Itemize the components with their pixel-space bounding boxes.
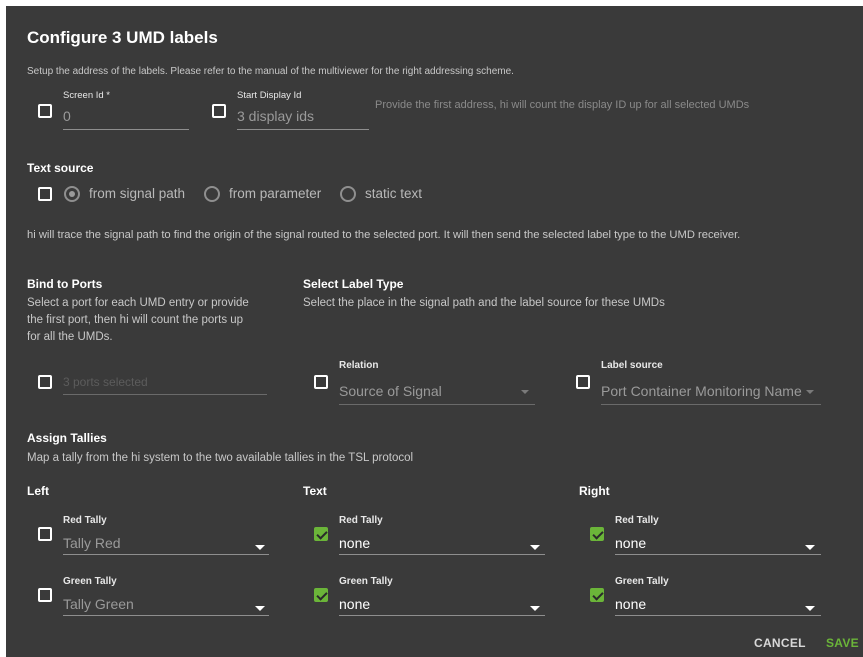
left-green-tally-label: Green Tally — [63, 576, 117, 587]
tally-column-right-heading: Right — [579, 484, 610, 498]
bind-ports-title: Bind to Ports — [27, 277, 103, 291]
tally-column-left-heading: Left — [27, 484, 49, 498]
right-red-tally-select[interactable]: none — [615, 535, 646, 551]
screen-id-checkbox[interactable] — [38, 104, 52, 118]
text-green-tally-underline — [339, 615, 545, 616]
radio-from-signal-path[interactable] — [64, 186, 80, 202]
text-green-tally-label: Green Tally — [339, 576, 393, 587]
label-type-desc: Select the place in the signal path and … — [303, 297, 665, 309]
dialog-title: Configure 3 UMD labels — [27, 28, 218, 47]
right-red-tally-dropdown-icon[interactable] — [805, 545, 815, 550]
relation-select[interactable]: Source of Signal — [339, 383, 442, 399]
left-green-tally-underline — [63, 615, 269, 616]
right-green-tally-underline — [615, 615, 821, 616]
label-source-label: Label source — [601, 360, 663, 371]
text-red-tally-checkbox[interactable] — [314, 527, 328, 541]
relation-checkbox[interactable] — [314, 375, 328, 389]
label-source-checkbox[interactable] — [576, 375, 590, 389]
text-source-description: hi will trace the signal path to find th… — [27, 229, 741, 241]
left-red-tally-underline — [63, 554, 269, 555]
bind-ports-checkbox[interactable] — [38, 375, 52, 389]
text-source-checkbox[interactable] — [38, 187, 52, 201]
left-red-tally-checkbox[interactable] — [38, 527, 52, 541]
right-red-tally-underline — [615, 554, 821, 555]
umd-config-dialog: Configure 3 UMD labels Setup the address… — [6, 6, 863, 657]
start-display-id-checkbox[interactable] — [212, 104, 226, 118]
cancel-button[interactable]: CANCEL — [754, 636, 806, 650]
setup-description: Setup the address of the labels. Please … — [27, 66, 514, 77]
tallies-desc: Map a tally from the hi system to the tw… — [27, 452, 414, 464]
text-red-tally-dropdown-icon[interactable] — [530, 545, 540, 550]
right-red-tally-label: Red Tally — [615, 515, 659, 526]
text-green-tally-dropdown-icon[interactable] — [530, 606, 540, 611]
left-red-tally-dropdown-icon[interactable] — [255, 545, 265, 550]
label-source-dropdown-icon[interactable] — [806, 390, 814, 394]
radio-static-text[interactable] — [340, 186, 356, 202]
label-type-title: Select Label Type — [303, 277, 404, 291]
ports-selected-field[interactable]: 3 ports selected — [63, 375, 148, 389]
bind-ports-desc-line-1: Select a port for each UMD entry or prov… — [27, 297, 249, 309]
tally-column-text-heading: Text — [303, 484, 327, 498]
text-red-tally-label: Red Tally — [339, 515, 383, 526]
label-source-select[interactable]: Port Container Monitoring Name — [601, 383, 802, 399]
text-green-tally-select[interactable]: none — [339, 596, 370, 612]
label-source-underline — [601, 404, 821, 405]
right-green-tally-label: Green Tally — [615, 576, 669, 587]
text-red-tally-underline — [339, 554, 545, 555]
text-green-tally-checkbox[interactable] — [314, 588, 328, 602]
screen-id-label: Screen Id * — [63, 90, 110, 101]
ports-field-underline — [63, 394, 267, 395]
bind-ports-desc-line-3: for all the UMDs. — [27, 331, 113, 343]
relation-underline — [339, 404, 535, 405]
relation-dropdown-icon[interactable] — [521, 390, 529, 394]
radio-label-from-parameter: from parameter — [229, 186, 322, 201]
right-green-tally-select[interactable]: none — [615, 596, 646, 612]
left-green-tally-select[interactable]: Tally Green — [63, 596, 134, 612]
start-display-id-underline — [237, 129, 369, 130]
text-red-tally-select[interactable]: none — [339, 535, 370, 551]
screen-id-input[interactable]: 0 — [63, 108, 71, 124]
start-display-id-label: Start Display Id — [237, 90, 302, 101]
right-green-tally-dropdown-icon[interactable] — [805, 606, 815, 611]
radio-label-from-signal-path: from signal path — [89, 186, 186, 201]
radio-label-static-text: static text — [365, 186, 423, 201]
save-button[interactable]: SAVE — [826, 636, 859, 650]
screen-id-underline — [63, 129, 189, 130]
right-red-tally-checkbox[interactable] — [590, 527, 604, 541]
display-id-hint: Provide the first address, hi will count… — [375, 99, 750, 111]
left-red-tally-label: Red Tally — [63, 515, 107, 526]
tallies-title: Assign Tallies — [27, 431, 107, 445]
radio-from-parameter[interactable] — [204, 186, 220, 202]
start-display-id-input[interactable]: 3 display ids — [237, 108, 314, 124]
left-green-tally-dropdown-icon[interactable] — [255, 606, 265, 611]
left-green-tally-checkbox[interactable] — [38, 588, 52, 602]
bind-ports-desc-line-2: the first port, then hi will count the p… — [27, 314, 244, 326]
text-source-title: Text source — [27, 161, 94, 175]
right-green-tally-checkbox[interactable] — [590, 588, 604, 602]
relation-label: Relation — [339, 360, 379, 371]
left-red-tally-select[interactable]: Tally Red — [63, 535, 121, 551]
